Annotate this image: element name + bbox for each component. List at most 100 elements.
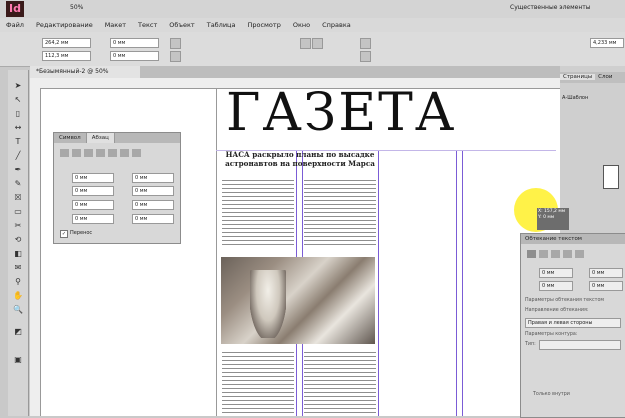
menu-view[interactable]: Просмотр	[241, 18, 286, 32]
jump-column-icon[interactable]	[575, 250, 584, 258]
right-offset-field[interactable]: 0 мм	[589, 281, 623, 291]
last-line-indent-field[interactable]: 0 мм	[132, 186, 174, 196]
master-label[interactable]: А-Шаблон	[562, 95, 588, 101]
tab-paragraph[interactable]: Абзац	[86, 133, 115, 143]
menu-edit[interactable]: Редактирование	[30, 18, 99, 32]
article-text-col1-lower[interactable]	[222, 350, 294, 416]
column-guide	[462, 150, 463, 416]
eyedropper-tool-icon[interactable]: ⚲	[12, 276, 24, 287]
first-line-indent-field[interactable]: 0 мм	[72, 186, 114, 196]
zoom-tool-icon[interactable]: 🔍	[12, 304, 24, 315]
align-right-icon[interactable]	[84, 149, 93, 157]
hyphenate-checkbox[interactable]: ✓	[60, 230, 68, 238]
menu-table[interactable]: Таблица	[201, 18, 242, 32]
jump-object-icon[interactable]	[563, 250, 572, 258]
menu-help[interactable]: Справка	[316, 18, 357, 32]
fill-swatch[interactable]	[360, 38, 371, 49]
h-field[interactable]: 0 мм	[110, 51, 159, 61]
pen-tool-icon[interactable]: ✒	[12, 164, 24, 175]
wrap-to-select[interactable]: Правая и левая стороны	[525, 318, 621, 328]
justify-all-icon[interactable]	[132, 149, 141, 157]
hand-tool-icon[interactable]: ✋	[12, 290, 24, 301]
align-left-icon[interactable]	[60, 149, 69, 157]
vertical-ruler[interactable]	[30, 88, 41, 416]
masthead[interactable]: ГАЗЕТА	[226, 84, 526, 142]
tab-layers[interactable]: Слои	[595, 74, 615, 80]
x-field[interactable]: 264,2 мм	[42, 38, 91, 48]
scissors-tool-icon[interactable]: ✂	[12, 220, 24, 231]
menu-object[interactable]: Объект	[163, 18, 200, 32]
menu-window[interactable]: Окно	[287, 18, 316, 32]
type-tool-icon[interactable]: T	[12, 136, 24, 147]
headline[interactable]: НАСА раскрыло планы по высадке астронавт…	[220, 150, 380, 168]
drop-cap-lines-field[interactable]: 0 мм	[72, 214, 114, 224]
size-field[interactable]: 4,233 мм	[590, 38, 624, 48]
article-text-col2-lower[interactable]	[304, 350, 376, 416]
hyphenate-label: Перенос	[70, 230, 93, 236]
top-offset-field[interactable]: 0 мм	[539, 268, 573, 278]
tab-pages[interactable]: Страницы	[560, 74, 596, 80]
screen-mode-icon[interactable]: ▣	[12, 354, 24, 365]
bottom-offset-field[interactable]: 0 мм	[539, 281, 573, 291]
page-thumbnail[interactable]	[603, 165, 619, 189]
paragraph-panel-tabs: Символ Абзац	[54, 133, 180, 143]
drop-cap-chars-field[interactable]: 0 мм	[132, 214, 174, 224]
article-text-col1[interactable]	[222, 178, 294, 248]
wrap-bounding-box-icon[interactable]	[539, 250, 548, 258]
right-indent-field[interactable]: 0 мм	[132, 173, 174, 183]
gradient-tool-icon[interactable]: ◧	[12, 248, 24, 259]
position-tooltip: X: 157,2 мм Y: 0 мм	[537, 208, 569, 230]
justify-right-icon[interactable]	[120, 149, 129, 157]
fill-stroke-icon[interactable]: ◩	[12, 326, 24, 337]
text-wrap-panel: Обтекание текстом 0 мм 0 мм 0 мм 0 мм Па…	[520, 233, 625, 418]
y-field[interactable]: 112,3 мм	[42, 51, 91, 61]
left-offset-field[interactable]: 0 мм	[589, 268, 623, 278]
w-field[interactable]: 0 мм	[110, 38, 159, 48]
tooltip-y: Y: 0 мм	[538, 215, 555, 220]
menu-text[interactable]: Текст	[132, 18, 163, 32]
menu-bar: Файл Редактирование Макет Текст Объект Таблиц…	[0, 18, 625, 33]
shear-button[interactable]	[170, 51, 181, 62]
zoom-value[interactable]: 50%	[70, 4, 83, 11]
workspace-name[interactable]: Существенные элементы	[510, 4, 590, 11]
menu-file[interactable]: Файл	[0, 18, 30, 32]
left-indent-field[interactable]: 0 мм	[72, 173, 114, 183]
line-tool-icon[interactable]: ╱	[12, 150, 24, 161]
inside-edges-label: Только внутри	[533, 392, 570, 397]
flip-button[interactable]	[300, 38, 311, 49]
control-panel: 264,2 мм 112,3 мм 0 мм 0 мм 4,233 мм	[0, 32, 625, 67]
space-before-field[interactable]: 0 мм	[72, 200, 114, 210]
column-guide	[456, 150, 457, 416]
paragraph-panel: Символ Абзац 0 мм 0 мм 0 мм 0 мм 0 мм 0 м…	[53, 132, 181, 244]
space-after-field[interactable]: 0 мм	[132, 200, 174, 210]
gap-tool-icon[interactable]: ↔	[12, 122, 24, 133]
document-tab[interactable]: *Безымянный-2 @ 50%	[30, 66, 140, 78]
article-text-col2[interactable]	[304, 178, 376, 248]
justify-left-icon[interactable]	[96, 149, 105, 157]
page-tool-icon[interactable]: ▯	[12, 108, 24, 119]
column-guide	[378, 150, 379, 416]
transform-tool-icon[interactable]: ⟲	[12, 234, 24, 245]
app-bar: Id 50% Существенные элементы	[0, 0, 625, 18]
tab-character[interactable]: Символ	[54, 133, 87, 143]
rectangle-tool-icon[interactable]: ▭	[12, 206, 24, 217]
selection-tool-icon[interactable]: ➤	[12, 80, 24, 91]
no-wrap-icon[interactable]	[527, 250, 536, 258]
frame-tool-icon[interactable]: ☒	[12, 192, 24, 203]
pencil-tool-icon[interactable]: ✎	[12, 178, 24, 189]
note-tool-icon[interactable]: ✉	[12, 262, 24, 273]
text-wrap-title[interactable]: Обтекание текстом	[521, 234, 625, 244]
wrap-shape-icon[interactable]	[551, 250, 560, 258]
align-center-icon[interactable]	[72, 149, 81, 157]
select-container-button[interactable]	[312, 38, 323, 49]
direct-select-tool-icon[interactable]: ↖	[12, 94, 24, 105]
contour-type-select[interactable]	[539, 340, 621, 350]
app-logo: Id	[6, 1, 24, 17]
contour-options-label: Параметры контура:	[525, 332, 578, 337]
page-edge-left	[216, 89, 217, 416]
article-photo[interactable]	[221, 257, 375, 344]
menu-layout[interactable]: Макет	[99, 18, 132, 32]
rotate-button[interactable]	[170, 38, 181, 49]
stroke-swatch[interactable]	[360, 51, 371, 62]
justify-center-icon[interactable]	[108, 149, 117, 157]
